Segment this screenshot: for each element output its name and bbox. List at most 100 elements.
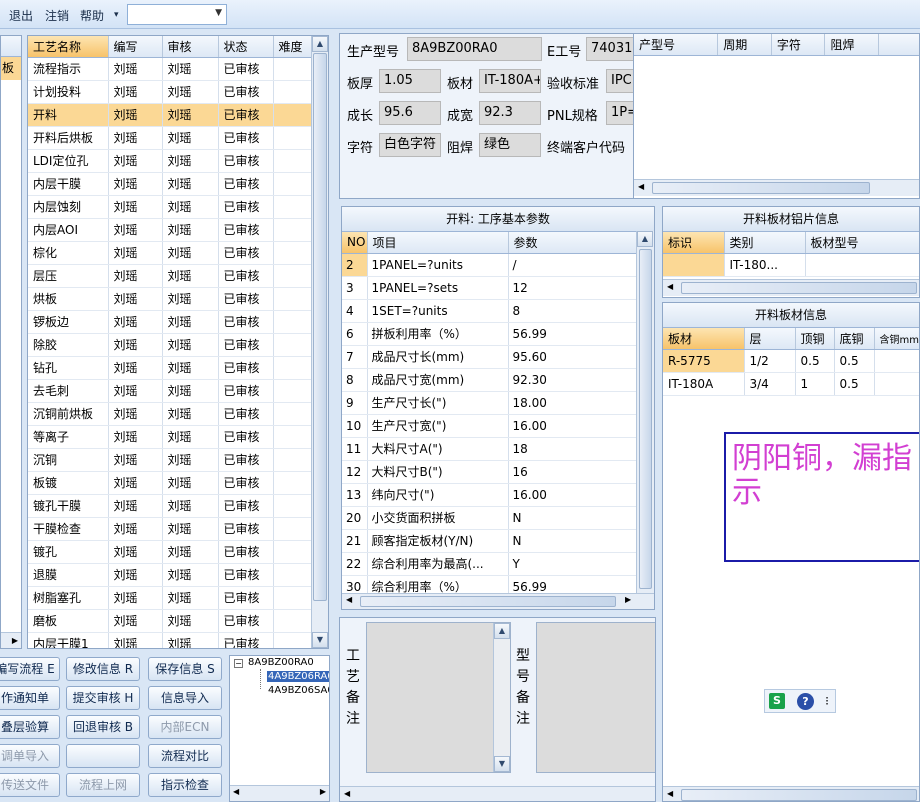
param-hscrollbar[interactable]: ◀ ▶ [342,593,654,609]
table-row[interactable]: 沉铜 刘瑶 刘瑶 已审核 [28,448,313,472]
param-row[interactable]: 20 小交货面积拼板 N [342,506,637,530]
sheet-import-button[interactable]: 调单导入 [0,744,60,768]
menu-logout[interactable]: 注销 [45,7,69,24]
scrollbar-thumb[interactable] [313,53,327,601]
scroll-down-icon[interactable]: ▼ [312,632,328,648]
chevron-down-icon[interactable]: ▾ [114,10,119,20]
save-info-button[interactable]: 保存信息 S [148,657,222,681]
param-row[interactable]: 22 综合利用率为最高(... Y [342,552,637,576]
flow-online-button[interactable]: 流程上网 [66,773,140,797]
mask-field[interactable]: 绿色 [479,133,541,157]
blank-button[interactable] [66,744,140,768]
param-row[interactable]: 10 生产尺寸宽(") 16.00 [342,414,637,438]
scroll-down-icon[interactable]: ▼ [494,756,510,772]
foil-scrollbar[interactable]: ◀ [663,279,919,296]
table-row[interactable]: 去毛刺 刘瑶 刘瑶 已审核 [28,379,313,403]
revert-review-button[interactable]: 回退审核 B [66,715,140,739]
param-row[interactable]: 7 成品尺寸长(mm) 95.60 [342,345,637,369]
param-row[interactable]: 8 成品尺寸宽(mm) 92.30 [342,368,637,392]
pnl-field[interactable]: 1P= [606,101,634,125]
tree-child[interactable]: 4A9BZ06SA0 [268,685,329,696]
param-row[interactable]: 13 纬向尺寸(") 16.00 [342,483,637,507]
process-table-scrollbar[interactable]: ▲ ▼ [311,36,328,648]
scrollbar-thumb[interactable] [652,182,870,194]
column-header[interactable]: 难度 [273,36,313,58]
param-row[interactable]: 2 1PANEL=?units / [342,253,637,277]
scroll-right-icon[interactable]: ▶ [625,595,631,604]
flow-compare-button[interactable]: 流程对比 [148,744,222,768]
send-file-button[interactable]: 传送文件 [0,773,60,797]
help-icon[interactable]: ? [797,693,814,710]
column-header[interactable]: 工艺名称 [28,36,109,58]
thickness-field[interactable]: 1.05 [379,69,441,93]
tree-collapse-icon[interactable]: − [234,659,243,668]
left-list-item[interactable]: 板 [1,57,21,80]
table-row[interactable]: 磨板 刘瑶 刘瑶 已审核 [28,609,313,633]
sheet-row[interactable]: IT-180A 3/4 1 0.5 [663,372,919,396]
column-header[interactable]: 字符 [771,34,826,56]
param-row[interactable]: 12 大料尺寸B(") 16 [342,460,637,484]
edit-flow-button[interactable]: 编写流程 E [0,657,60,681]
char-field[interactable]: 白色字符 [379,133,441,157]
table-row[interactable]: 计划投料 刘瑶 刘瑶 已审核 [28,80,313,104]
column-header[interactable]: 层 [744,328,796,350]
table-row[interactable]: 流程指示 刘瑶 刘瑶 已审核 [28,57,313,81]
table-row[interactable]: 内层干膜1 刘瑶 刘瑶 已审核 [28,632,313,648]
accept-field[interactable]: IPC [606,69,634,93]
param-row[interactable]: 21 顾客指定板材(Y/N) N [342,529,637,553]
scroll-right-icon[interactable]: ▶ [1,632,21,648]
column-header[interactable] [878,34,919,56]
table-row[interactable]: 板镀 刘瑶 刘瑶 已审核 [28,471,313,495]
sheet-scrollbar[interactable]: ◀ [663,786,919,801]
scroll-left-icon[interactable]: ◀ [667,789,673,798]
more-icon[interactable]: ⁝ [822,693,832,709]
process-remark-textarea[interactable]: ▲ ▼ [366,622,511,773]
remarks-scrollbar[interactable]: ◀ [340,786,655,801]
table-row[interactable]: 内层干膜 刘瑶 刘瑶 已审核 [28,172,313,196]
scroll-left-icon[interactable]: ◀ [667,282,673,291]
column-header[interactable]: 类别 [724,232,806,254]
column-header[interactable]: 产型号 [634,34,719,56]
s-icon[interactable]: S [769,693,785,709]
column-header[interactable]: 参数 [508,232,637,254]
make-notice-button[interactable]: 作通知单 [0,686,60,710]
table-row[interactable]: 除胶 刘瑶 刘瑶 已审核 [28,333,313,357]
table-row[interactable]: 开料后烘板 刘瑶 刘瑶 已审核 [28,126,313,150]
table-row[interactable]: 镀孔干膜 刘瑶 刘瑶 已审核 [28,494,313,518]
remark-scrollbar[interactable]: ▲ ▼ [493,623,510,772]
table-row[interactable]: 钻孔 刘瑶 刘瑶 已审核 [28,356,313,380]
column-header[interactable]: 阻焊 [824,34,880,56]
column-header[interactable]: 顶铜 [795,328,835,350]
param-scrollbar[interactable]: ▲ [636,231,654,601]
submit-review-button[interactable]: 提交审核 H [66,686,140,710]
column-header[interactable]: 板材 [663,328,745,350]
table-row[interactable]: 开料 刘瑶 刘瑶 已审核 [28,103,313,127]
param-row[interactable]: 9 生产尺寸长(") 18.00 [342,391,637,415]
tree-scrollbar[interactable]: ◀ ▶ [230,785,329,801]
internal-ecn-button[interactable]: 内部ECN [148,715,222,739]
scroll-up-icon[interactable]: ▲ [312,36,328,52]
table-row[interactable]: 内层AOI 刘瑶 刘瑶 已审核 [28,218,313,242]
menu-exit[interactable]: 退出 [9,7,33,24]
table-row[interactable]: 棕化 刘瑶 刘瑶 已审核 [28,241,313,265]
scroll-up-icon[interactable]: ▲ [494,623,510,639]
table-row[interactable]: 等离子 刘瑶 刘瑶 已审核 [28,425,313,449]
table-row[interactable]: 沉铜前烘板 刘瑶 刘瑶 已审核 [28,402,313,426]
menu-help[interactable]: 帮助 [80,7,104,24]
chevron-down-icon[interactable]: ▼ [215,8,222,18]
param-row[interactable]: 3 1PANEL=?sets 12 [342,276,637,300]
scroll-left-icon[interactable]: ◀ [344,789,350,798]
table-row[interactable]: LDI定位孔 刘瑶 刘瑶 已审核 [28,149,313,173]
scroll-left-icon[interactable]: ◀ [233,787,239,796]
column-header[interactable]: NO [342,232,368,254]
table-row[interactable]: 干膜检查 刘瑶 刘瑶 已审核 [28,517,313,541]
column-header[interactable]: 状态 [218,36,274,58]
table-row[interactable]: 退膜 刘瑶 刘瑶 已审核 [28,563,313,587]
column-header[interactable]: 编写 [108,36,163,58]
scroll-left-icon[interactable]: ◀ [638,182,644,191]
column-header[interactable]: 底铜 [834,328,875,350]
table-row[interactable]: 烘板 刘瑶 刘瑶 已审核 [28,287,313,311]
width-field[interactable]: 92.3 [479,101,541,125]
table-row[interactable]: 锣板边 刘瑶 刘瑶 已审核 [28,310,313,334]
import-info-button[interactable]: 信息导入 [148,686,222,710]
